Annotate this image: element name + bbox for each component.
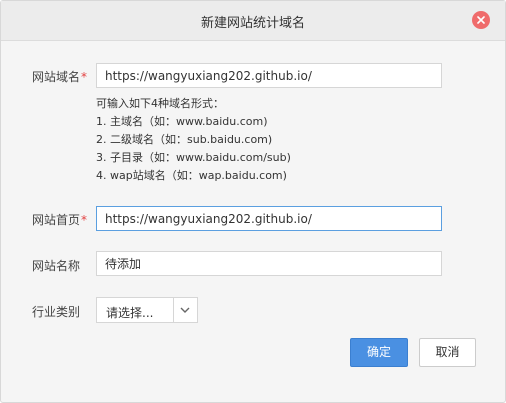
close-button[interactable]: [472, 11, 490, 29]
industry-selected-value: 请选择...: [106, 306, 154, 320]
domain-hint: 可输入如下4种域名形式： 1. 主域名（如：www.baidu.com) 2. …: [96, 95, 291, 185]
hint-line: 1. 主域名（如：www.baidu.com): [96, 115, 268, 128]
domain-label-text: 网站域名: [32, 70, 81, 84]
homepage-label: 网站首页*: [32, 211, 87, 228]
confirm-button[interactable]: 确定: [350, 338, 408, 367]
select-divider: [173, 298, 174, 322]
domain-label: 网站域名*: [32, 68, 87, 85]
dialog-header: 新建网站统计域名: [1, 1, 505, 41]
site-name-label: 网站名称: [32, 259, 81, 273]
cancel-button[interactable]: 取消: [419, 338, 476, 367]
hint-line: 2. 二级域名（如：sub.baidu.com): [96, 133, 273, 146]
close-icon: [477, 16, 485, 24]
industry-label: 行业类别: [32, 305, 81, 319]
hint-line: 4. wap站域名（如：wap.baidu.com): [96, 169, 287, 182]
dialog-title: 新建网站统计域名: [200, 16, 305, 31]
chevron-down-icon[interactable]: [180, 306, 190, 314]
hint-intro: 可输入如下4种域名形式：: [96, 97, 224, 110]
homepage-label-text: 网站首页: [32, 213, 81, 227]
domain-input[interactable]: https://wangyuxiang202.github.io/: [96, 63, 442, 88]
required-mark: *: [81, 213, 88, 227]
site-name-input[interactable]: 待添加: [96, 251, 442, 276]
required-mark: *: [81, 70, 88, 84]
industry-select[interactable]: 请选择...: [96, 297, 198, 323]
dialog: 新建网站统计域名 网站域名* https://wangyuxiang202.gi…: [0, 0, 506, 403]
hint-line: 3. 子目录（如：www.baidu.com/sub): [96, 151, 291, 164]
homepage-input[interactable]: https://wangyuxiang202.github.io/: [96, 206, 442, 231]
